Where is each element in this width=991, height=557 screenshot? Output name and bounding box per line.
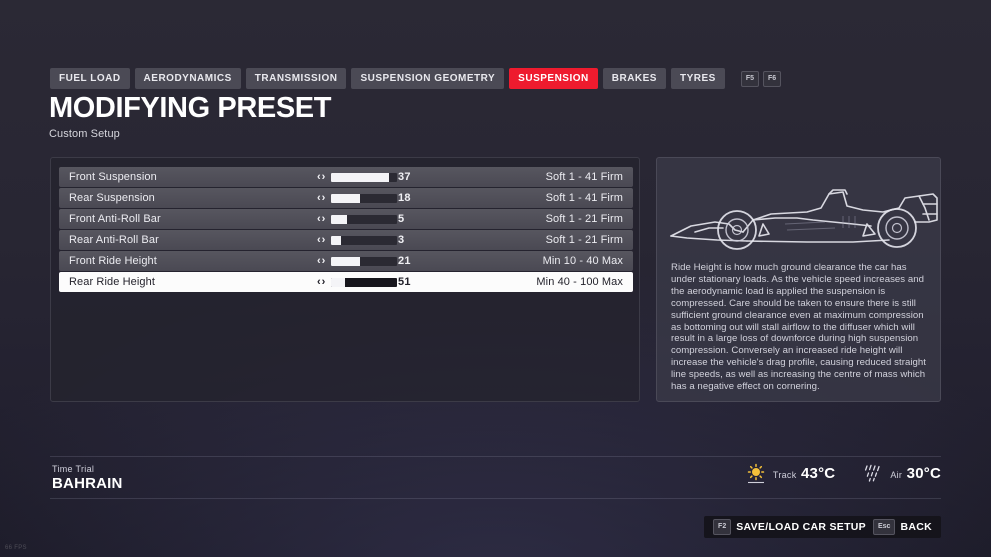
increase-arrow-icon[interactable]: › xyxy=(322,171,326,183)
settings-panel: Front Suspension ‹ › 37 Soft 1 - 41 Firm… xyxy=(50,157,640,402)
setting-bar[interactable] xyxy=(331,214,398,224)
decrease-arrow-icon[interactable]: ‹ xyxy=(317,171,321,183)
tab-transmission[interactable]: TRANSMISSION xyxy=(245,68,347,89)
rain-icon xyxy=(863,463,883,485)
setting-bar[interactable] xyxy=(331,172,398,182)
tab-suspension[interactable]: SUSPENSION xyxy=(509,68,598,89)
increase-arrow-icon[interactable]: › xyxy=(322,276,326,288)
setting-bar[interactable] xyxy=(331,235,398,245)
setting-stepper: ‹ › xyxy=(317,255,398,267)
settings-list: Front Suspension ‹ › 37 Soft 1 - 41 Firm… xyxy=(59,167,633,293)
fps-counter: 66 FPS xyxy=(5,545,27,551)
tab-aerodynamics[interactable]: AERODYNAMICS xyxy=(134,68,241,89)
action-label: BACK xyxy=(900,521,932,533)
setting-bar[interactable] xyxy=(331,277,398,287)
setting-label: Front Ride Height xyxy=(69,255,157,267)
setting-bar-fill xyxy=(331,256,360,266)
session-info: Time Trial BAHRAIN xyxy=(52,464,123,492)
setting-bar[interactable] xyxy=(331,256,398,266)
save-load-car-setup-button[interactable]: F2 SAVE/LOAD CAR SETUP xyxy=(713,519,866,535)
setting-bar-fill xyxy=(331,172,390,182)
session-mode: Time Trial xyxy=(52,464,95,474)
setting-range: Soft 1 - 41 Firm xyxy=(545,171,623,183)
setting-stepper: ‹ › xyxy=(317,171,398,183)
setting-label: Rear Anti-Roll Bar xyxy=(69,234,159,246)
setting-bar[interactable] xyxy=(331,193,398,203)
setting-value: 37 xyxy=(398,171,411,183)
setting-stepper: ‹ › xyxy=(317,234,398,246)
setting-description: Ride Height is how much ground clearance… xyxy=(671,262,926,393)
back-button[interactable]: Esc BACK xyxy=(873,519,932,535)
decrease-arrow-icon[interactable]: ‹ xyxy=(317,255,321,267)
setting-label: Rear Ride Height xyxy=(69,276,155,288)
increase-arrow-icon[interactable]: › xyxy=(322,213,326,225)
weather-label: Track xyxy=(772,470,797,480)
page-title: MODIFYING PRESET xyxy=(49,92,332,124)
key-hint-esc: Esc xyxy=(873,519,896,535)
setup-screen: FUEL LOAD AERODYNAMICS TRANSMISSION SUSP… xyxy=(0,0,991,557)
track-name: BAHRAIN xyxy=(52,475,123,492)
key-hint-f5: F5 xyxy=(740,70,759,87)
weather-value: 43°C xyxy=(800,465,836,482)
decrease-arrow-icon[interactable]: ‹ xyxy=(317,276,321,288)
setting-label: Front Suspension xyxy=(69,171,157,183)
setting-stepper: ‹ › xyxy=(317,276,398,288)
weather-track: Track 43°C xyxy=(746,463,835,485)
divider-top xyxy=(50,456,941,457)
weather-air: Air 30°C xyxy=(863,463,941,485)
setting-value: 3 xyxy=(398,234,405,246)
decrease-arrow-icon[interactable]: ‹ xyxy=(317,192,321,204)
tab-key-hints: F5 F6 xyxy=(740,70,782,87)
setting-stepper: ‹ › xyxy=(317,213,398,225)
action-bar: F2 SAVE/LOAD CAR SETUP Esc BACK xyxy=(704,516,941,538)
key-hint-f2: F2 xyxy=(713,519,732,535)
increase-arrow-icon[interactable]: › xyxy=(322,192,326,204)
setting-stepper: ‹ › xyxy=(317,192,398,204)
setting-value: 51 xyxy=(398,276,411,288)
tab-tyres[interactable]: TYRES xyxy=(670,68,725,89)
weather-label: Air xyxy=(890,470,903,480)
tab-fuel-load[interactable]: FUEL LOAD xyxy=(50,68,130,89)
tab-suspension-geometry[interactable]: SUSPENSION GEOMETRY xyxy=(351,68,505,89)
info-panel: Ride Height is how much ground clearance… xyxy=(656,157,941,402)
f1-car-side-icon xyxy=(657,164,942,260)
setting-row-front-ride-height[interactable]: Front Ride Height ‹ › 21 Min 10 - 40 Max xyxy=(59,251,633,271)
category-tab-bar: FUEL LOAD AERODYNAMICS TRANSMISSION SUSP… xyxy=(50,68,782,89)
increase-arrow-icon[interactable]: › xyxy=(322,255,326,267)
decrease-arrow-icon[interactable]: ‹ xyxy=(317,234,321,246)
setting-label: Rear Suspension xyxy=(69,192,155,204)
decrease-arrow-icon[interactable]: ‹ xyxy=(317,213,321,225)
weather-panel: Track 43°C Air 30°C xyxy=(746,463,941,485)
tab-brakes[interactable]: BRAKES xyxy=(602,68,666,89)
setting-row-front-suspension[interactable]: Front Suspension ‹ › 37 Soft 1 - 41 Firm xyxy=(59,167,633,187)
weather-value: 30°C xyxy=(906,465,941,482)
setting-row-rear-anti-roll-bar[interactable]: Rear Anti-Roll Bar ‹ › 3 Soft 1 - 21 Fir… xyxy=(59,230,633,250)
setting-range: Soft 1 - 21 Firm xyxy=(545,213,623,225)
setting-range: Soft 1 - 41 Firm xyxy=(545,192,623,204)
setting-range: Min 40 - 100 Max xyxy=(536,276,623,288)
action-label: SAVE/LOAD CAR SETUP xyxy=(736,521,866,533)
setting-row-rear-suspension[interactable]: Rear Suspension ‹ › 18 Soft 1 - 41 Firm xyxy=(59,188,633,208)
setting-bar-fill xyxy=(331,277,346,287)
setting-bar-fill xyxy=(331,193,360,203)
setting-row-rear-ride-height[interactable]: Rear Ride Height ‹ › 51 Min 40 - 100 Max xyxy=(59,272,633,292)
setting-value: 21 xyxy=(398,255,411,267)
setting-label: Front Anti-Roll Bar xyxy=(69,213,161,225)
setting-range: Soft 1 - 21 Firm xyxy=(545,234,623,246)
setting-bar-fill xyxy=(331,214,348,224)
setting-bar-fill xyxy=(331,235,341,245)
setting-range: Min 10 - 40 Max xyxy=(542,255,623,267)
setting-value: 5 xyxy=(398,213,405,225)
sun-icon xyxy=(746,463,766,485)
setting-value: 18 xyxy=(398,192,411,204)
page-subtitle: Custom Setup xyxy=(49,128,120,140)
increase-arrow-icon[interactable]: › xyxy=(322,234,326,246)
setting-row-front-anti-roll-bar[interactable]: Front Anti-Roll Bar ‹ › 5 Soft 1 - 21 Fi… xyxy=(59,209,633,229)
divider-bottom xyxy=(50,498,941,499)
page-heading: MODIFYING PRESET Custom Setup xyxy=(49,93,331,140)
key-hint-f6: F6 xyxy=(763,70,782,87)
